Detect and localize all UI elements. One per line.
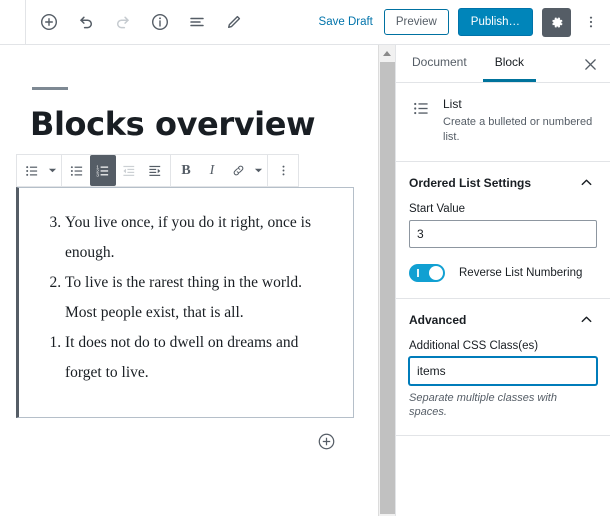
edit-pencil-icon[interactable]: [222, 10, 246, 34]
chevron-up-icon[interactable]: [579, 175, 594, 190]
block-card-description: Create a bulleted or numbered list.: [443, 116, 593, 143]
panel-ordered-list-settings: Ordered List Settings Start Value Revers…: [396, 162, 610, 299]
list-item[interactable]: It does not do to dwell on dreams and fo…: [65, 328, 353, 388]
more-rich-text-chevron-down-icon[interactable]: [251, 155, 265, 186]
scrollbar-up-arrow-icon[interactable]: [379, 45, 395, 61]
css-class-help-text: Separate multiple classes with spaces.: [409, 392, 557, 418]
tab-block[interactable]: Block: [482, 45, 537, 82]
indent-list-item-icon[interactable]: [142, 155, 168, 186]
panel-ordered-list-settings-header[interactable]: Ordered List Settings: [396, 162, 610, 203]
css-class-input[interactable]: [409, 357, 597, 385]
sidebar-tabs: Document Block: [396, 45, 610, 83]
chevron-up-icon[interactable]: [579, 312, 594, 327]
list-icon: [412, 97, 431, 145]
block-type-chevron-down-icon[interactable]: [45, 155, 59, 186]
panel-title: Advanced: [409, 312, 467, 327]
panel-ordered-list-settings-body: Start Value Reverse List Numbering: [396, 203, 610, 298]
block-toolbar: 1 2 3 B I: [16, 154, 299, 187]
link-icon[interactable]: [225, 155, 251, 186]
top-toolbar-left-tools: [37, 10, 246, 34]
tab-document[interactable]: Document: [400, 45, 479, 82]
editor-vertical-scrollbar[interactable]: [378, 45, 395, 516]
start-value-input[interactable]: [409, 220, 597, 248]
block-type-list-icon[interactable]: [19, 155, 45, 186]
list-item[interactable]: To live is the rarest thing in the world…: [65, 268, 353, 328]
reverse-list-numbering-row: Reverse List Numbering: [409, 264, 597, 282]
editor-canvas: Blocks overview 1 2 3 B I 3. You live on…: [0, 45, 378, 516]
css-class-label: Additional CSS Class(es): [409, 340, 539, 352]
italic-button[interactable]: I: [199, 155, 225, 186]
block-more-group: [268, 155, 298, 186]
ordered-list[interactable]: You live once, if you do it right, once …: [65, 208, 353, 388]
bold-button[interactable]: B: [173, 155, 199, 186]
more-options-icon[interactable]: [580, 8, 602, 37]
unordered-list-icon[interactable]: [64, 155, 90, 186]
add-block-icon[interactable]: [37, 10, 61, 34]
undo-icon[interactable]: [74, 10, 98, 34]
scrollbar-thumb[interactable]: [380, 62, 395, 514]
list-format-group: 1 2 3: [62, 155, 171, 186]
reverse-list-numbering-toggle[interactable]: [409, 264, 445, 282]
list-block[interactable]: You live once, if you do it right, once …: [16, 187, 354, 418]
block-info-card: List Create a bulleted or numbered list.: [396, 83, 610, 162]
block-more-options-icon[interactable]: [270, 155, 296, 186]
settings-gear-icon[interactable]: [542, 7, 571, 37]
svg-text:3: 3: [96, 172, 99, 178]
post-title[interactable]: Blocks overview: [30, 105, 316, 143]
settings-sidebar: Document Block List Create a bulleted or…: [395, 45, 610, 516]
list-item[interactable]: You live once, if you do it right, once …: [65, 208, 353, 268]
ordered-list-icon[interactable]: 1 2 3: [90, 155, 116, 186]
publish-button[interactable]: Publish…: [457, 8, 533, 36]
block-navigation-icon[interactable]: [185, 10, 209, 34]
outdent-list-item-icon: [116, 155, 142, 186]
permalink-placeholder: [32, 87, 68, 90]
block-card-title: List: [443, 97, 462, 111]
preview-button[interactable]: Preview: [383, 9, 449, 35]
panel-title: Ordered List Settings: [409, 175, 532, 190]
top-toolbar-right-actions: Save Draft Preview Publish…: [317, 0, 602, 44]
toolbar-divider: [25, 0, 26, 44]
start-value-label: Start Value: [409, 203, 466, 215]
top-toolbar: Save Draft Preview Publish…: [0, 0, 610, 45]
panel-advanced-header[interactable]: Advanced: [396, 299, 610, 340]
rich-text-group: B I: [171, 155, 268, 186]
panel-advanced: Advanced Additional CSS Class(es) Separa…: [396, 299, 610, 436]
save-draft-button[interactable]: Save Draft: [317, 12, 375, 32]
block-info-text: List Create a bulleted or numbered list.: [443, 97, 594, 145]
reverse-list-numbering-label: Reverse List Numbering: [459, 267, 583, 279]
block-type-group: [17, 155, 62, 186]
panel-advanced-body: Additional CSS Class(es) Separate multip…: [396, 340, 610, 435]
redo-icon: [111, 10, 135, 34]
close-sidebar-icon[interactable]: [576, 45, 604, 83]
info-icon[interactable]: [148, 10, 172, 34]
add-block-inserter-icon[interactable]: [317, 432, 336, 451]
